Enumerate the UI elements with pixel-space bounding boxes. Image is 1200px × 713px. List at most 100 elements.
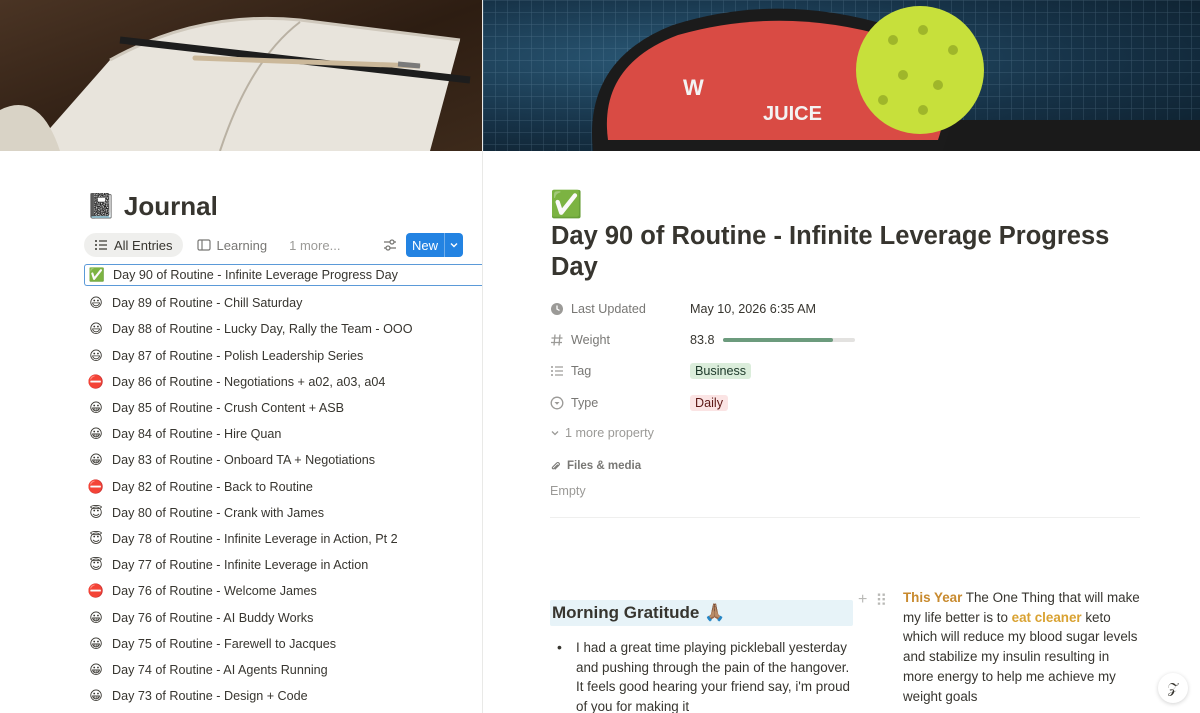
entry-emoji-icon: ⛔: [87, 373, 105, 389]
property-name: Tag: [571, 364, 592, 379]
property-tag[interactable]: Tag Business: [550, 356, 1050, 387]
entry-emoji-icon: 😇: [89, 530, 103, 546]
page-detail-panel: ✅ Day 90 of Routine - Infinite Leverage …: [483, 151, 1200, 713]
property-name: Weight: [571, 332, 610, 347]
entry-title: Day 73 of Routine - Design + Code: [112, 689, 308, 704]
list-icon: [551, 366, 563, 377]
property-name: Last Updated: [571, 301, 646, 316]
chevron-down-icon: [551, 431, 559, 436]
tab-learning[interactable]: Learning: [187, 233, 278, 257]
list-item[interactable]: 😃 Day 88 of Routine - Lucky Day, Rally th…: [84, 316, 482, 342]
property-weight[interactable]: Weight 83.8: [550, 324, 1050, 355]
entry-title: Day 75 of Routine - Farewell to Jacques: [112, 636, 337, 651]
view-tabs: All Entries Learning 1 more... New: [84, 233, 464, 257]
database-title-text[interactable]: Journal: [124, 191, 218, 222]
entry-title: Day 90 of Routine - Infinite Leverage Pr…: [113, 268, 398, 282]
help-icon: 𝒵: [1167, 679, 1179, 696]
bullet-dot-icon: •: [557, 639, 562, 655]
list-item[interactable]: 😀 Day 84 of Routine - Hire Quan: [84, 421, 482, 447]
entry-title: Day 87 of Routine - Polish Leadership Se…: [112, 348, 364, 363]
entry-emoji-icon: ⛔: [87, 583, 105, 599]
tab-label: Learning: [216, 237, 268, 253]
section-divider: [550, 517, 1140, 518]
one-thing-highlight: eat cleaner: [1011, 609, 1082, 625]
list-item[interactable]: ✅ Day 90 of Routine - Infinite Leverage P…: [84, 264, 482, 286]
entry-title: Day 74 of Routine - AI Agents Running: [112, 662, 328, 677]
list-item[interactable]: 😀 Day 75 of Routine - Farewell to Jacques: [84, 631, 482, 657]
entry-title: Day 84 of Routine - Hire Quan: [112, 427, 282, 442]
more-views-button[interactable]: 1 more...: [281, 238, 348, 253]
hash-icon: [551, 334, 563, 346]
block-handles: + ⠿: [858, 591, 887, 611]
one-thing-callout[interactable]: This Year The One Thing that will make m…: [903, 588, 1143, 706]
list-item[interactable]: 😃 Day 87 of Routine - Polish Leadership S…: [84, 343, 482, 369]
page-checkmark-icon[interactable]: ✅: [550, 189, 582, 220]
entry-title: Day 80 of Routine - Crank with James: [112, 505, 325, 520]
entry-title: Day 77 of Routine - Infinite Leverage in…: [112, 558, 369, 573]
list-item[interactable]: 😀 Day 73 of Routine - Design + Code: [84, 683, 482, 709]
files-media-label: Files & media: [567, 460, 642, 472]
list-item[interactable]: 😀 Day 76 of Routine - AI Buddy Works: [84, 604, 482, 630]
list-item[interactable]: 😀 Day 83 of Routine - Onboard TA + Negoti…: [84, 447, 482, 473]
list-item[interactable]: 😀 Day 85 of Routine - Crush Content + ASB: [84, 395, 482, 421]
list-icon: [95, 240, 107, 250]
weight-progress-fill: [722, 337, 834, 342]
tab-label: All Entries: [114, 237, 173, 253]
database-title: 📓 Journal: [86, 191, 218, 222]
files-media-header: Files & media: [550, 460, 641, 472]
entry-title: Day 76 of Routine - Welcome James: [112, 584, 317, 599]
tag-chip[interactable]: Business: [690, 363, 752, 380]
entry-title: Day 89 of Routine - Chill Saturday: [112, 296, 303, 311]
morning-gratitude-heading[interactable]: Morning Gratitude 🙏🏽: [550, 600, 853, 626]
clock-icon: [551, 302, 563, 315]
new-button-label: New: [412, 237, 439, 253]
entry-list: ✅ Day 90 of Routine - Infinite Leverage P…: [84, 264, 482, 709]
type-chip[interactable]: Daily: [690, 394, 728, 411]
entry-emoji-icon: 😀: [89, 609, 103, 625]
list-item[interactable]: 😃 Day 89 of Routine - Chill Saturday: [84, 290, 482, 316]
entry-emoji-icon: 😀: [89, 688, 103, 704]
pickleball-cover-image: W JUICE: [483, 0, 1200, 151]
select-icon: [550, 396, 564, 409]
page-title[interactable]: Day 90 of Routine - Infinite Leverage Pr…: [551, 221, 1151, 283]
list-item[interactable]: ⛔ Day 86 of Routine - Negotiations + a02,…: [84, 369, 482, 395]
property-type[interactable]: Type Daily: [550, 387, 1050, 418]
list-item[interactable]: 😇 Day 80 of Routine - Crank with James: [84, 500, 482, 526]
page-properties: Last Updated May 10, 2026 6:35 AM Weight…: [550, 293, 1050, 448]
notebook-illustration: [0, 16, 471, 151]
list-item[interactable]: ⛔ Day 82 of Routine - Back to Routine: [84, 474, 482, 500]
entry-title: Day 85 of Routine - Crush Content + ASB: [112, 401, 345, 416]
property-last-updated[interactable]: Last Updated May 10, 2026 6:35 AM: [550, 293, 1050, 324]
board-icon: [196, 239, 211, 251]
svg-text:W: W: [683, 75, 704, 100]
chevron-down-icon[interactable]: [445, 240, 463, 250]
svg-text:JUICE: JUICE: [763, 103, 822, 125]
entry-emoji-icon: 😀: [89, 426, 103, 442]
more-properties-toggle[interactable]: 1 more property: [550, 418, 1050, 448]
gratitude-bullet[interactable]: • I had a great time playing pickleball …: [557, 638, 857, 713]
list-item[interactable]: 😇 Day 77 of Routine - Infinite Leverage i…: [84, 552, 482, 578]
new-entry-button[interactable]: New: [406, 233, 463, 257]
list-item[interactable]: 😇 Day 78 of Routine - Infinite Leverage i…: [84, 526, 482, 552]
entry-emoji-icon: 😀: [89, 452, 103, 468]
list-item[interactable]: ⛔ Day 76 of Routine - Welcome James: [84, 578, 482, 604]
one-thing-prefix: This Year: [903, 590, 963, 605]
entry-emoji-icon: 😃: [89, 347, 103, 363]
entry-emoji-icon: 😀: [89, 661, 103, 677]
bullet-text: I had a great time playing pickleball ye…: [576, 640, 850, 713]
files-media-value[interactable]: Empty: [550, 484, 586, 498]
help-button[interactable]: 𝒵: [1158, 673, 1188, 703]
filter-settings-icon[interactable]: [382, 237, 398, 253]
tab-all-entries[interactable]: All Entries: [84, 233, 183, 257]
drag-handle-icon[interactable]: ⠿: [875, 591, 887, 611]
add-block-icon[interactable]: +: [858, 591, 867, 611]
entry-emoji-icon: 😇: [89, 557, 103, 573]
entry-emoji-icon: 😃: [89, 321, 103, 337]
list-item[interactable]: 😀 Day 74 of Routine - AI Agents Running: [84, 657, 482, 683]
entry-emoji-icon: ✅: [88, 267, 106, 282]
entry-emoji-icon: ⛔: [87, 478, 105, 494]
property-name: Type: [571, 395, 599, 410]
entry-emoji-icon: 😀: [89, 400, 103, 416]
journal-cover-image: [0, 0, 482, 151]
notebook-icon: 📓: [86, 193, 116, 220]
